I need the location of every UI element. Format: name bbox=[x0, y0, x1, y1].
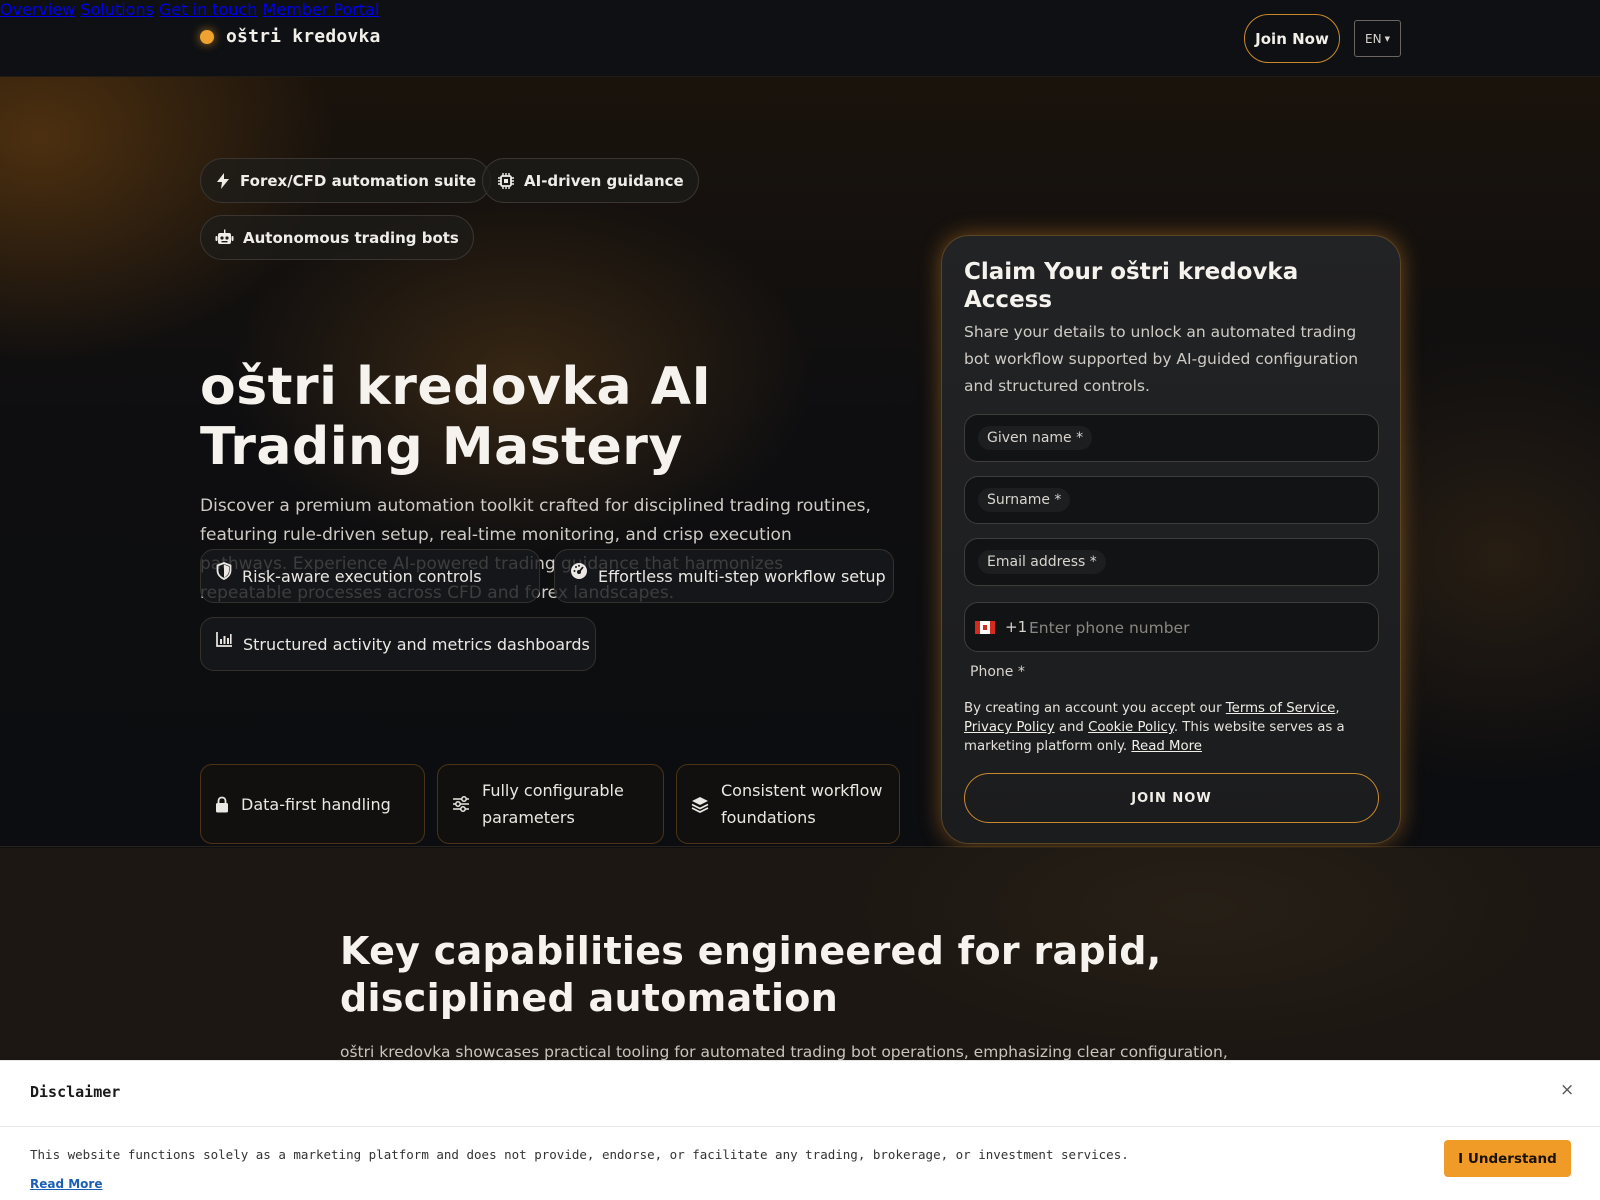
lock-icon bbox=[216, 796, 228, 812]
nav-link-get-in-touch[interactable]: Get in touch bbox=[159, 0, 257, 19]
layers-icon bbox=[691, 796, 709, 813]
signup-title: Claim Your oštri kredovka Access bbox=[964, 259, 1299, 313]
surname-label: Surname * bbox=[978, 488, 1071, 512]
caret-down-icon: ▼ bbox=[1384, 34, 1390, 43]
capabilities-title: Key capabilities engineered for rapid, d… bbox=[340, 929, 1162, 1020]
box-data-first: Data-first handling bbox=[200, 764, 425, 844]
pill-label: Forex/CFD automation suite bbox=[240, 171, 477, 190]
given-name-field[interactable]: Given name * bbox=[964, 414, 1379, 462]
language-code: EN bbox=[1365, 31, 1382, 46]
given-name-label: Given name * bbox=[978, 426, 1093, 450]
brand-logo[interactable]: oštri kredovka bbox=[200, 26, 381, 47]
legal-text: By creating an account you accept our Te… bbox=[964, 701, 1345, 754]
disclaimer-header: Disclaimer × bbox=[0, 1080, 1600, 1127]
hero-section: Forex/CFD automation suite AI-driven gui… bbox=[0, 77, 1600, 847]
bar-chart-icon bbox=[216, 632, 232, 647]
capabilities-section: Key capabilities engineered for rapid, d… bbox=[0, 848, 1600, 1078]
feature-risk-controls: Risk-aware execution controls bbox=[200, 549, 540, 603]
signup-card: Claim Your oštri kredovka Access Share y… bbox=[941, 235, 1401, 844]
close-icon[interactable]: × bbox=[1560, 1080, 1574, 1100]
feature-label: Effortless multi-step workflow setup bbox=[598, 566, 886, 586]
canada-flag-icon[interactable] bbox=[975, 621, 995, 634]
dial-code: +1 bbox=[1005, 618, 1028, 636]
box-label: Data-first handling bbox=[241, 794, 391, 814]
feature-workflow-setup: Effortless multi-step workflow setup bbox=[554, 549, 894, 603]
legal-read-more-link[interactable]: Read More bbox=[1131, 739, 1202, 754]
nav-link-solutions[interactable]: Solutions bbox=[80, 0, 154, 19]
disclaimer-read-more-link[interactable]: Read More bbox=[30, 1177, 103, 1191]
email-label: Email address * bbox=[978, 550, 1106, 574]
surname-field[interactable]: Surname * bbox=[964, 476, 1379, 524]
feature-label: Structured activity and metrics dashboar… bbox=[243, 634, 590, 654]
hero-title: oštri kredovka AI Trading Mastery bbox=[200, 357, 712, 477]
disclaimer-title: Disclaimer bbox=[30, 1083, 121, 1101]
email-field[interactable]: Email address * bbox=[964, 538, 1379, 586]
box-configurable: Fully configurable parameters bbox=[437, 764, 664, 844]
language-selector[interactable]: EN ▼ bbox=[1354, 20, 1401, 57]
feature-metrics-dashboards: Structured activity and metrics dashboar… bbox=[200, 617, 596, 671]
legal-prefix: By creating an account you accept our bbox=[964, 701, 1226, 716]
nav-link-member-portal[interactable]: Member Portal bbox=[263, 0, 380, 19]
pill-ai-guidance: AI-driven guidance bbox=[482, 158, 699, 203]
bolt-icon bbox=[217, 172, 229, 189]
terms-link[interactable]: Terms of Service bbox=[1226, 701, 1336, 716]
gauge-icon bbox=[571, 563, 587, 579]
chip-icon bbox=[498, 172, 514, 189]
privacy-link[interactable]: Privacy Policy bbox=[964, 720, 1055, 735]
pill-label: AI-driven guidance bbox=[524, 171, 684, 190]
box-consistent: Consistent workflow foundations bbox=[676, 764, 900, 844]
join-now-button[interactable]: JOIN NOW bbox=[964, 773, 1379, 823]
phone-input[interactable] bbox=[1029, 615, 1359, 641]
disclaimer-banner: Disclaimer × This website functions sole… bbox=[0, 1060, 1600, 1200]
feature-label: Risk-aware execution controls bbox=[242, 566, 482, 586]
box-label: Fully configurable parameters bbox=[482, 781, 624, 827]
pill-label: Autonomous trading bots bbox=[243, 228, 459, 247]
disclaimer-text: This website functions solely as a marke… bbox=[30, 1147, 1129, 1162]
cookie-link[interactable]: Cookie Policy bbox=[1088, 720, 1174, 735]
phone-field: +1 bbox=[964, 602, 1379, 652]
brand-name: oštri kredovka bbox=[226, 26, 381, 47]
site-header: oštri kredovka Overview Solutions Get in… bbox=[0, 0, 1600, 77]
phone-label: Phone * bbox=[970, 664, 1025, 680]
understand-button[interactable]: I Understand bbox=[1444, 1140, 1571, 1177]
signup-description: Share your details to unlock an automate… bbox=[964, 323, 1359, 395]
box-label: Consistent workflow foundations bbox=[721, 781, 883, 827]
logo-dot-icon bbox=[200, 29, 214, 44]
nav-link-overview[interactable]: Overview bbox=[0, 0, 75, 19]
shield-icon bbox=[216, 562, 232, 580]
legal-and: and bbox=[1054, 720, 1089, 735]
pill-forex-cfd: Forex/CFD automation suite bbox=[200, 158, 492, 203]
sliders-icon bbox=[453, 796, 469, 812]
header-join-button[interactable]: Join Now bbox=[1244, 14, 1340, 63]
robot-icon bbox=[215, 229, 234, 244]
pill-trading-bots: Autonomous trading bots bbox=[200, 215, 474, 260]
